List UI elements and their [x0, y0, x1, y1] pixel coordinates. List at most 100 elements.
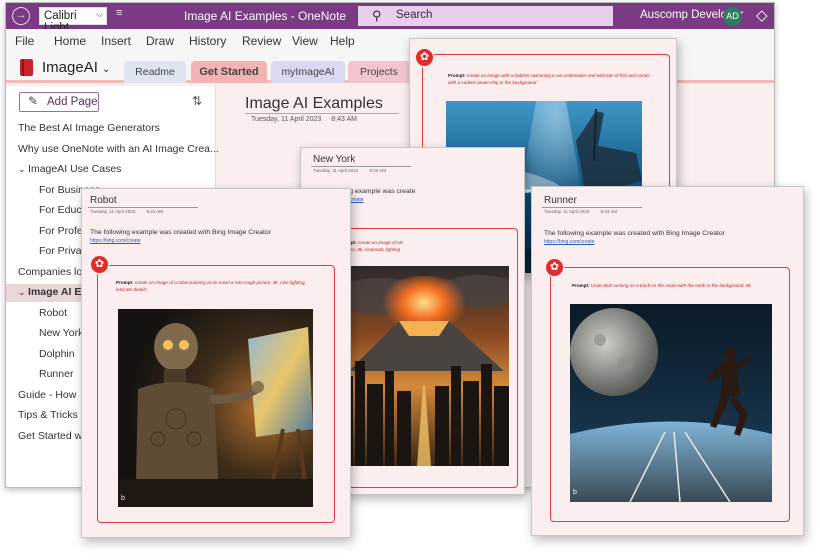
- sidebar-page-label: Dolphin: [39, 347, 75, 360]
- screenshot-stage: → Calibri Light ⌵ ≡ Image AI Examples - …: [0, 0, 820, 560]
- prompt-label: Prompt:: [448, 73, 466, 78]
- menu-review[interactable]: Review: [242, 34, 281, 48]
- sidebar-page-item[interactable]: Get Started w: [18, 430, 82, 442]
- card-link[interactable]: https://bing.com/create: [90, 238, 141, 244]
- prompt-value: create an image of a robot painting at a…: [116, 280, 306, 292]
- sidebar-page-item[interactable]: ⌄ ImageAI Use Cases: [18, 163, 121, 175]
- card-time-text: 8:43 AM: [600, 209, 617, 214]
- sidebar-page-label: Why use OneNote with an AI Image Crea...: [18, 142, 219, 155]
- sidebar-page-item[interactable]: New York: [39, 327, 83, 339]
- card-date-text: Tuesday, 11 April 2023: [90, 209, 136, 214]
- card-title[interactable]: Runner: [544, 195, 577, 206]
- chevron-down-icon[interactable]: ⌵: [96, 9, 103, 20]
- sidebar-page-label: Runner: [39, 368, 74, 380]
- newyork-image: [339, 266, 509, 466]
- robot-painting-illustration: [118, 309, 313, 507]
- card-intro: The following example was created with B…: [90, 229, 271, 236]
- prompt-label: Prompt:: [572, 283, 590, 288]
- card-title[interactable]: Robot: [90, 195, 117, 206]
- chevron-down-icon[interactable]: ⌄: [18, 287, 28, 297]
- tab-readme[interactable]: Readme: [124, 61, 186, 83]
- sidebar-page-item[interactable]: Tips & Tricks: [18, 409, 78, 421]
- sidebar-page-item[interactable]: Dolphin: [39, 348, 75, 360]
- prompt-text: Prompt: create an image of a robot paint…: [116, 280, 321, 296]
- bing-icon: ✿: [91, 256, 108, 273]
- title-underline: [245, 113, 399, 114]
- card-title-underline: [311, 166, 411, 167]
- sidebar-page-item[interactable]: Why use OneNote with an AI Image Crea...: [18, 143, 219, 155]
- sidebar-page-label: ImageAI Use Cases: [28, 163, 122, 175]
- sidebar-page-item[interactable]: Guide - How: [18, 389, 76, 401]
- avatar[interactable]: AD: [723, 7, 742, 26]
- card-time-text: 8:43 AM: [369, 168, 386, 173]
- card-date-text: Tuesday, 11 April 2023: [544, 209, 590, 214]
- card-time-text: 8:43 AM: [146, 209, 163, 214]
- prompt-label: Prompt:: [116, 280, 134, 285]
- search-placeholder: Search: [396, 9, 433, 21]
- robot-image: [118, 309, 313, 507]
- tab-myimageai[interactable]: myImageAI: [271, 61, 345, 83]
- card-date: Tuesday, 11 April 2023 8:43 AM: [544, 209, 617, 214]
- page-date: Tuesday, 11 April 2023 8:43 AM: [251, 116, 357, 123]
- chevron-down-icon: ⌄: [102, 64, 111, 75]
- card-link[interactable]: https://bing.com/create: [544, 239, 595, 245]
- prompt-text: Prompt: create an image of Ne volcano, 8…: [339, 240, 419, 256]
- runner-image: [570, 304, 772, 502]
- tab-get-started[interactable]: Get Started: [191, 61, 267, 83]
- add-page-label: Add Page: [47, 96, 98, 108]
- tab-projects[interactable]: Projects: [348, 61, 410, 83]
- search-input[interactable]: ⚲ Search: [358, 6, 613, 26]
- back-arrow-icon[interactable]: →: [12, 7, 30, 25]
- title-bar: → Calibri Light ⌵ ≡ Image AI Examples - …: [6, 3, 774, 34]
- search-icon: ⚲: [372, 8, 382, 23]
- sidebar-page-label: New York: [39, 327, 84, 339]
- add-page-icon: ✎: [28, 94, 39, 108]
- prompt-text: Prompt: Usain Bolt running on a track on…: [572, 283, 782, 293]
- sidebar-page-label: Companies lo: [18, 265, 83, 278]
- sidebar-page-label: Tips & Tricks: [18, 409, 78, 421]
- menu-file[interactable]: File: [15, 34, 34, 48]
- quick-access-dropdown-icon[interactable]: ≡: [116, 7, 122, 19]
- window-title: Image AI Examples - OneNote: [184, 9, 347, 23]
- sidebar-page-label: Get Started w: [18, 429, 83, 442]
- menu-draw[interactable]: Draw: [146, 34, 174, 48]
- sort-icon[interactable]: ⇅: [192, 94, 202, 108]
- bing-icon: ✿: [416, 49, 433, 66]
- card-title-underline: [542, 207, 642, 208]
- prompt-value: create an image with a dolphin swimming …: [448, 73, 650, 85]
- runner-moon-illustration: [570, 304, 772, 502]
- sidebar-page-label: Guide - How: [18, 388, 77, 401]
- card-date-text: Tuesday, 11 April 2023: [313, 168, 359, 173]
- notebook-icon[interactable]: [20, 59, 33, 76]
- menu-view[interactable]: View: [292, 34, 318, 48]
- card-intro: The following example was created with B…: [544, 230, 725, 237]
- page-title[interactable]: Image AI Examples: [245, 95, 383, 113]
- robot-page-card: Robot Tuesday, 11 April 2023 8:43 AM The…: [81, 188, 351, 538]
- runner-page-card: Runner Tuesday, 11 April 2023 8:43 AM Th…: [531, 186, 804, 536]
- page-time-text: 8:43 AM: [331, 116, 357, 123]
- menu-home[interactable]: Home: [54, 34, 86, 48]
- font-name-box[interactable]: Calibri Light ⌵: [39, 7, 107, 34]
- image-watermark: b: [121, 495, 125, 502]
- chevron-down-icon[interactable]: ⌄: [18, 164, 28, 174]
- add-page-button[interactable]: ✎ Add Page: [19, 92, 99, 112]
- notebook-selector[interactable]: ImageAI ⌄: [42, 59, 110, 76]
- card-title[interactable]: New York: [313, 154, 355, 165]
- sidebar-page-label: The Best AI Image Generators: [18, 122, 160, 134]
- newyork-volcano-illustration: [339, 266, 509, 466]
- premium-diamond-icon[interactable]: ◇: [756, 6, 768, 24]
- prompt-text: Prompt: create an image with a dolphin s…: [448, 73, 653, 89]
- sidebar-page-item[interactable]: Runner: [39, 368, 73, 380]
- menu-help[interactable]: Help: [330, 34, 355, 48]
- card-date: Tuesday, 11 April 2023 8:43 AM: [90, 209, 163, 214]
- menu-insert[interactable]: Insert: [101, 34, 131, 48]
- bing-icon: ✿: [546, 259, 563, 276]
- menu-history[interactable]: History: [189, 34, 226, 48]
- sidebar-page-item[interactable]: Robot: [39, 307, 67, 319]
- image-watermark: b: [573, 489, 577, 496]
- sidebar-page-item[interactable]: Companies lo: [18, 266, 82, 278]
- sidebar-page-item[interactable]: The Best AI Image Generators: [18, 122, 160, 134]
- notebook-name: ImageAI: [42, 59, 98, 76]
- sidebar-page-label: Robot: [39, 306, 68, 319]
- page-date-text: Tuesday, 11 April 2023: [251, 116, 322, 123]
